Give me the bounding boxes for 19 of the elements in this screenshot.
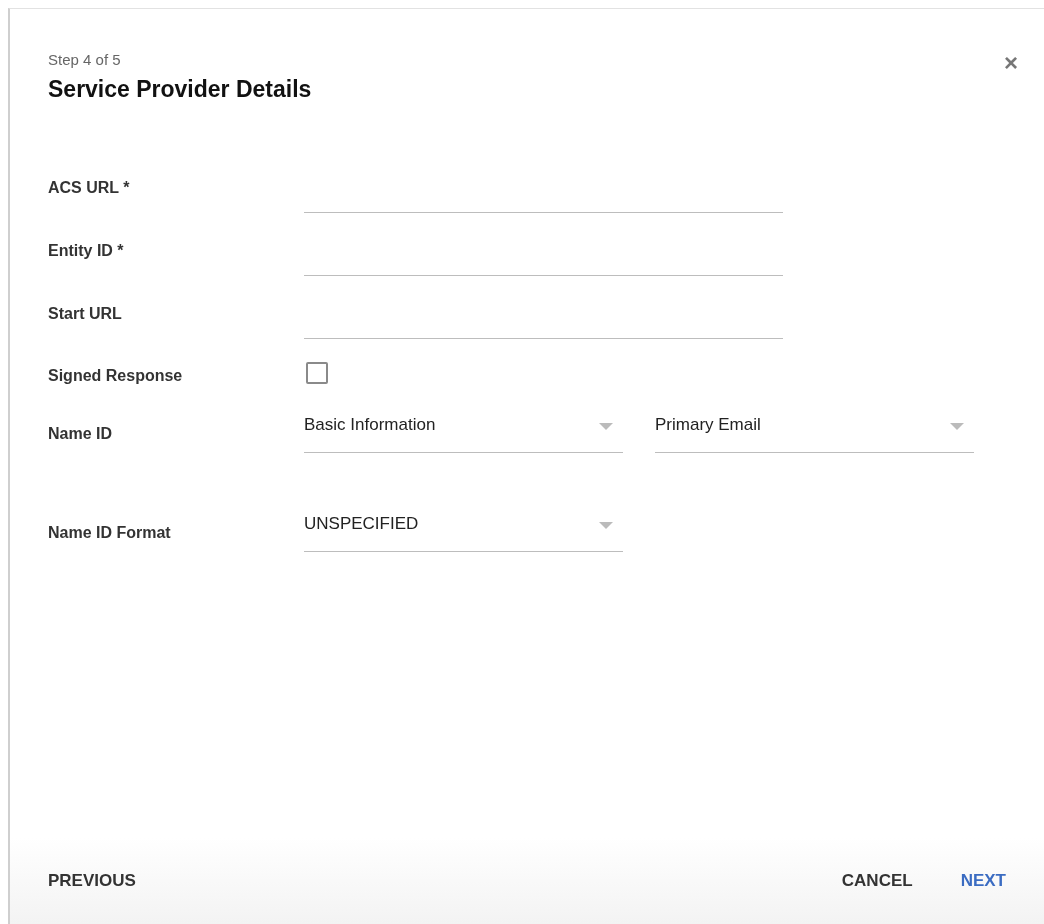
field-label: ACS URL * — [48, 178, 131, 197]
next-button[interactable]: NEXT — [960, 871, 1006, 891]
caret-icon — [950, 423, 964, 430]
field-label: Entity ID * — [48, 241, 125, 260]
field-label: Signed Response — [48, 366, 184, 385]
caret-icon — [599, 423, 613, 430]
dropdown[interactable]: Basic Information — [304, 407, 623, 453]
caret-icon — [599, 522, 613, 529]
previous-button[interactable]: PREVIOUS — [48, 871, 136, 891]
dropdown[interactable]: UNSPECIFIED — [304, 506, 623, 552]
close-button[interactable]: × — [1004, 51, 1018, 75]
field-label: Name ID Format — [48, 523, 172, 542]
dropdown[interactable]: Primary Email — [655, 407, 974, 453]
step-indicator: Step 4 of 5 — [48, 51, 122, 68]
cancel-button[interactable]: CANCEL — [841, 871, 913, 891]
field-label: Name ID — [48, 424, 114, 443]
checkbox[interactable] — [306, 362, 328, 384]
field-label: Start URL — [48, 304, 123, 323]
dialog-title: Service Provider Details — [48, 76, 312, 103]
